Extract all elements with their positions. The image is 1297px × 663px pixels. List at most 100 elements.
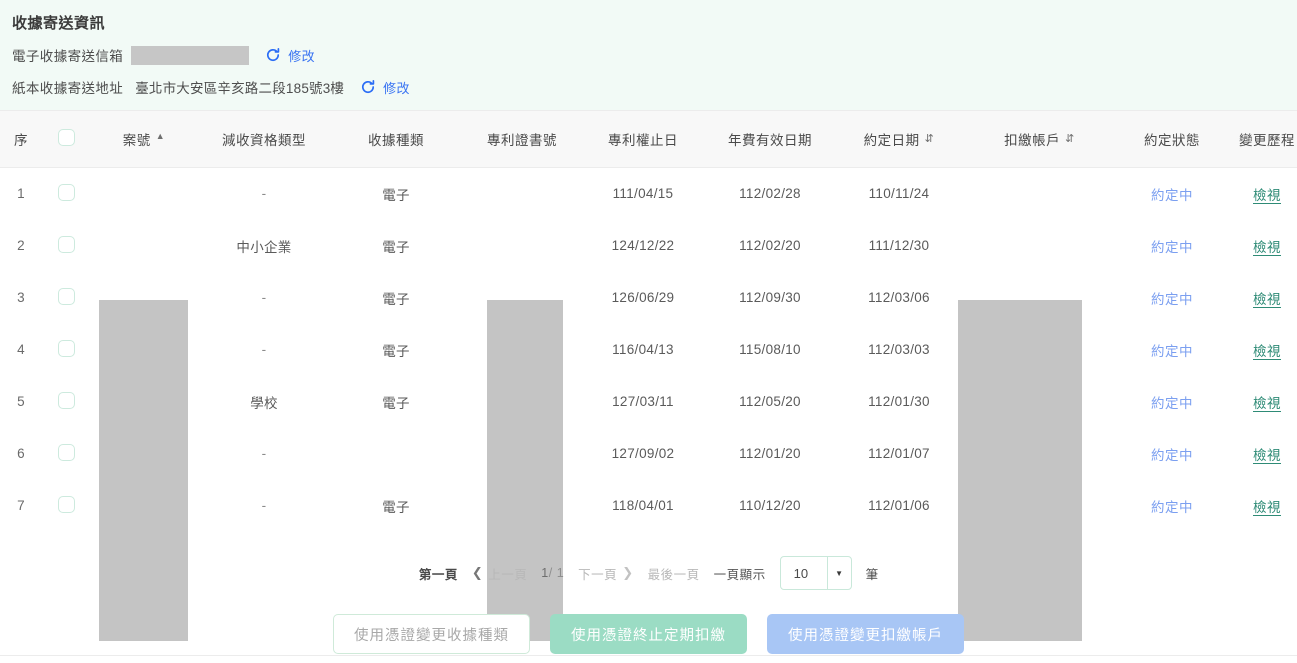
- pagination: 第一頁 ❮ 上一頁 1/ 1 下一頁 ❯ 最後一頁 一頁顯示 10 ▼ 筆: [0, 556, 1297, 590]
- row-select-checkbox[interactable]: [57, 495, 75, 513]
- table-row: 6 - 127/09/02 112/01/20 112/01/07 約定中 檢視: [0, 428, 1297, 480]
- pagination-next[interactable]: 下一頁 ❯: [578, 564, 633, 583]
- cell-agreement-status: 約定中: [1117, 272, 1227, 324]
- row-view-history-link[interactable]: 檢視: [1253, 292, 1281, 307]
- table-header: 序 案號 ▲ 減收資格類型 收據種類 專利證書號 專利權止日 年費有效日期 約定…: [0, 110, 1297, 168]
- email-value-redacted: [131, 45, 250, 65]
- row-select-checkbox[interactable]: [57, 183, 75, 201]
- chevron-down-icon[interactable]: ▼: [826, 557, 851, 589]
- address-row: 紙本收據寄送地址 臺北市大安區辛亥路二段185號3樓 修改: [12, 75, 1297, 99]
- cell-seq: 6: [0, 428, 42, 480]
- column-label-patent-expiry: 專利權止日: [608, 133, 678, 148]
- chevron-right-icon: ❯: [622, 565, 634, 580]
- row-select-checkbox[interactable]: [57, 235, 75, 253]
- column-header-agreement-date[interactable]: 約定日期 ⇵: [836, 110, 962, 168]
- cell-patent-expiry: 126/06/29: [582, 272, 704, 324]
- cell-change-history: 檢視: [1227, 480, 1297, 532]
- table-row: 2 中小企業 電子 124/12/22 112/02/20 111/12/30 約定中 檢視: [0, 220, 1297, 272]
- column-header-debit-account[interactable]: 扣繳帳戶 ⇵: [962, 110, 1117, 168]
- cell-patent-expiry: 116/04/13: [582, 324, 704, 376]
- email-row: 電子收據寄送信箱 修改: [12, 43, 1297, 67]
- row-agreement-status: 約定中: [1151, 187, 1193, 203]
- select-all-checkbox[interactable]: [57, 129, 75, 146]
- row-view-history-link[interactable]: 檢視: [1253, 344, 1281, 359]
- cell-seq: 3: [0, 272, 42, 324]
- column-header-receipt-type: 收據種類: [330, 110, 462, 168]
- email-edit-link[interactable]: 修改: [288, 46, 315, 65]
- email-edit-action[interactable]: 修改: [265, 46, 315, 65]
- row-select-checkbox[interactable]: [57, 443, 75, 461]
- column-header-change-history: 變更歷程: [1227, 110, 1297, 168]
- cell-seq: 7: [0, 480, 42, 532]
- row-patent-expiry: 126/06/29: [611, 290, 675, 305]
- agreements-table: 序 案號 ▲ 減收資格類型 收據種類 專利證書號 專利權止日 年費有效日期 約定…: [0, 110, 1297, 532]
- cell-agreement-status: 約定中: [1117, 428, 1227, 480]
- pagination-separator: /: [548, 566, 553, 580]
- row-agreement-date: 112/03/03: [868, 342, 930, 357]
- cell-agreement-status: 約定中: [1117, 220, 1227, 272]
- receipt-info-panel: 收據寄送資訊 電子收據寄送信箱 修改 紙本收據寄送地址 臺北市大安區辛亥路二段1…: [0, 0, 1297, 110]
- address-edit-action[interactable]: 修改: [360, 78, 410, 97]
- row-receipt-type: 電子: [382, 239, 410, 255]
- email-label: 電子收據寄送信箱: [12, 49, 124, 64]
- column-header-annual-fee-valid: 年費有效日期: [704, 110, 836, 168]
- cell-case-no: [90, 168, 198, 220]
- table-row: 4 - 電子 116/04/13 115/08/10 112/03/03 約定中 檢視: [0, 324, 1297, 376]
- sort-toggle-icon[interactable]: ⇵: [1065, 133, 1075, 145]
- cell-seq: 4: [0, 324, 42, 376]
- sort-toggle-icon[interactable]: ⇵: [925, 133, 935, 145]
- cell-patent-cert-no: [462, 220, 582, 272]
- per-page-select[interactable]: 10 ▼: [779, 556, 852, 590]
- address-edit-link[interactable]: 修改: [383, 78, 410, 97]
- cell-agreement-date: 112/01/06: [836, 480, 962, 532]
- cell-agreement-date: 112/01/07: [836, 428, 962, 480]
- pagination-current-page: 1: [541, 566, 549, 580]
- pagination-counter: 1/ 1: [541, 566, 564, 580]
- cell-change-history: 檢視: [1227, 220, 1297, 272]
- cell-annual-fee-valid: 112/02/20: [704, 220, 836, 272]
- change-receipt-type-button[interactable]: 使用憑證變更收據種類: [333, 614, 530, 654]
- row-select-checkbox[interactable]: [57, 339, 75, 357]
- cell-annual-fee-valid: 112/05/20: [704, 376, 836, 428]
- cell-agreement-status: 約定中: [1117, 168, 1227, 220]
- terminate-deduction-button[interactable]: 使用憑證終止定期扣繳: [550, 614, 747, 654]
- column-header-case-no[interactable]: 案號 ▲: [90, 110, 198, 168]
- row-view-history-link[interactable]: 檢視: [1253, 500, 1281, 515]
- row-view-history-link[interactable]: 檢視: [1253, 188, 1281, 203]
- pagination-prev[interactable]: ❮ 上一頁: [472, 564, 527, 583]
- row-select-checkbox[interactable]: [57, 287, 75, 305]
- row-sequence-number: 3: [17, 290, 25, 305]
- sort-ascending-icon[interactable]: ▲: [156, 131, 165, 141]
- refresh-icon: [360, 79, 376, 95]
- pagination-next-label: 下一頁: [578, 567, 618, 582]
- row-agreement-date: 110/11/24: [868, 186, 930, 202]
- row-patent-expiry: 116/04/13: [612, 342, 674, 357]
- pagination-prev-label: 上一頁: [488, 567, 528, 582]
- row-patent-expiry: 124/12/22: [611, 238, 675, 253]
- cell-annual-fee-valid: 112/01/20: [704, 428, 836, 480]
- change-debit-account-button[interactable]: 使用憑證變更扣繳帳戶: [767, 614, 964, 654]
- column-header-select-all[interactable]: [42, 110, 90, 168]
- pagination-first[interactable]: 第一頁: [419, 564, 458, 583]
- cell-agreement-date: 111/12/30: [836, 220, 962, 272]
- cell-select: [42, 376, 90, 428]
- row-view-history-link[interactable]: 檢視: [1253, 448, 1281, 463]
- column-label-agreement-date: 約定日期: [863, 133, 920, 148]
- cell-select: [42, 272, 90, 324]
- row-reduction-type: 中小企業: [236, 239, 292, 255]
- column-label-debit-account: 扣繳帳戶: [1004, 133, 1061, 148]
- cell-reduction-type: 中小企業: [198, 220, 330, 272]
- column-label-case-no: 案號: [122, 133, 151, 148]
- row-select-checkbox[interactable]: [57, 391, 75, 409]
- pagination-last[interactable]: 最後一頁: [648, 564, 700, 583]
- row-patent-expiry: 111/04/15: [612, 186, 674, 202]
- cell-seq: 5: [0, 376, 42, 428]
- cell-patent-expiry: 111/04/15: [582, 168, 704, 220]
- row-reduction-type: -: [261, 342, 267, 357]
- row-view-history-link[interactable]: 檢視: [1253, 240, 1281, 255]
- cell-select: [42, 324, 90, 376]
- row-view-history-link[interactable]: 檢視: [1253, 396, 1281, 411]
- cell-agreement-date: 112/03/06: [836, 272, 962, 324]
- cell-change-history: 檢視: [1227, 272, 1297, 324]
- row-agreement-status: 約定中: [1151, 447, 1193, 463]
